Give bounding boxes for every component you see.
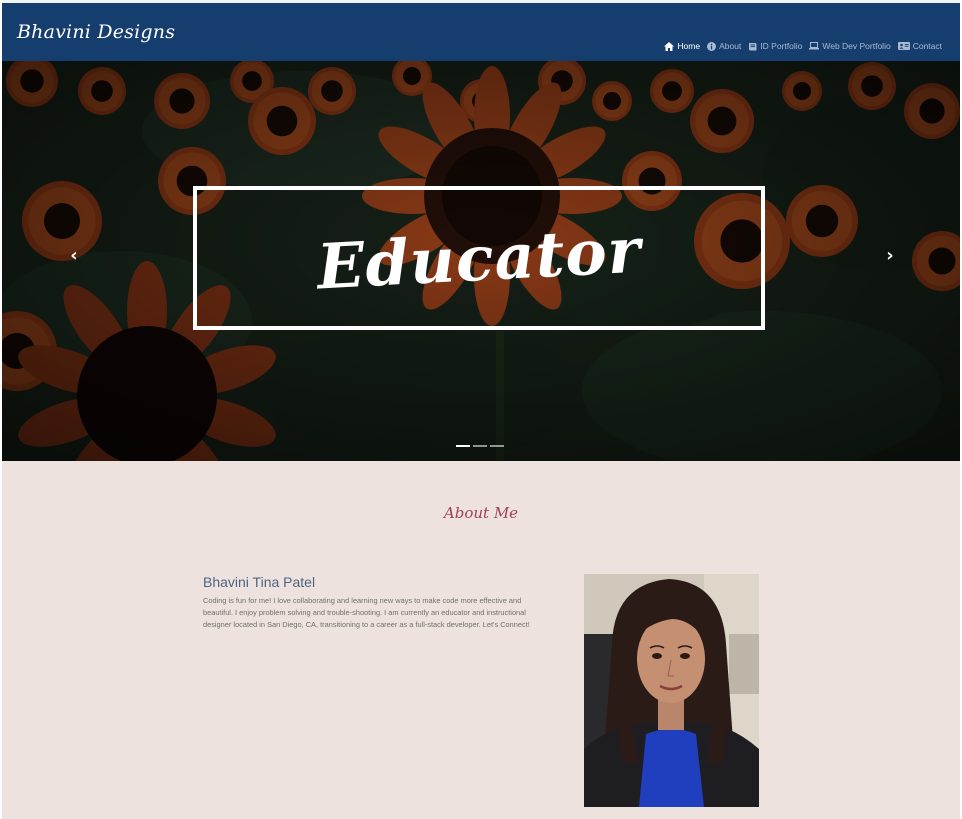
about-bio: Coding is fun for me! I love collaborati… bbox=[203, 596, 530, 629]
nav-item-home[interactable]: Home bbox=[664, 41, 700, 51]
carousel-indicator[interactable] bbox=[490, 445, 504, 447]
carousel-prev-button[interactable]: ‹ bbox=[64, 244, 84, 266]
hero-caption-frame: Educator bbox=[193, 186, 765, 330]
chevron-left-icon: ‹ bbox=[70, 244, 78, 266]
carousel-next-button[interactable]: › bbox=[880, 244, 900, 266]
laptop-icon bbox=[809, 42, 820, 50]
hero-carousel: Educator ‹ › bbox=[2, 61, 960, 461]
nav-item-about[interactable]: About bbox=[707, 41, 741, 51]
info-circle-icon bbox=[707, 41, 717, 51]
chevron-right-icon: › bbox=[886, 244, 894, 266]
nav-item-contact[interactable]: Contact bbox=[897, 41, 942, 51]
nav-item-contact-label: Contact bbox=[912, 41, 942, 51]
nav-item-web-dev-portfolio-label: Web Dev Portfolio bbox=[822, 41, 891, 51]
nav-item-id-portfolio[interactable]: ID Portfolio bbox=[748, 41, 802, 51]
carousel-indicator[interactable] bbox=[456, 445, 470, 447]
window-left-edge bbox=[0, 0, 2, 819]
brand-logo[interactable]: Bhavini Designs bbox=[17, 21, 175, 43]
about-name: Bhavini Tina Patel bbox=[203, 574, 316, 590]
portrait-image bbox=[584, 574, 759, 807]
address-card-icon bbox=[897, 42, 910, 50]
nav-item-about-label: About bbox=[719, 41, 742, 51]
about-heading: About Me bbox=[443, 504, 519, 522]
profile-photo bbox=[584, 574, 759, 807]
book-icon bbox=[749, 42, 757, 50]
nav-item-web-dev-portfolio[interactable]: Web Dev Portfolio bbox=[809, 41, 891, 51]
nav-menu: Home About ID Portfolio Web Dev Portfoli… bbox=[664, 41, 942, 51]
navbar: Bhavini Designs Home About ID Portfolio bbox=[2, 3, 960, 61]
carousel-indicator[interactable] bbox=[473, 445, 487, 447]
hero-caption: Educator bbox=[315, 213, 643, 303]
nav-item-home-label: Home bbox=[677, 41, 701, 51]
home-icon bbox=[664, 41, 675, 51]
carousel-indicators bbox=[456, 445, 504, 447]
nav-item-id-portfolio-label: ID Portfolio bbox=[760, 41, 803, 51]
